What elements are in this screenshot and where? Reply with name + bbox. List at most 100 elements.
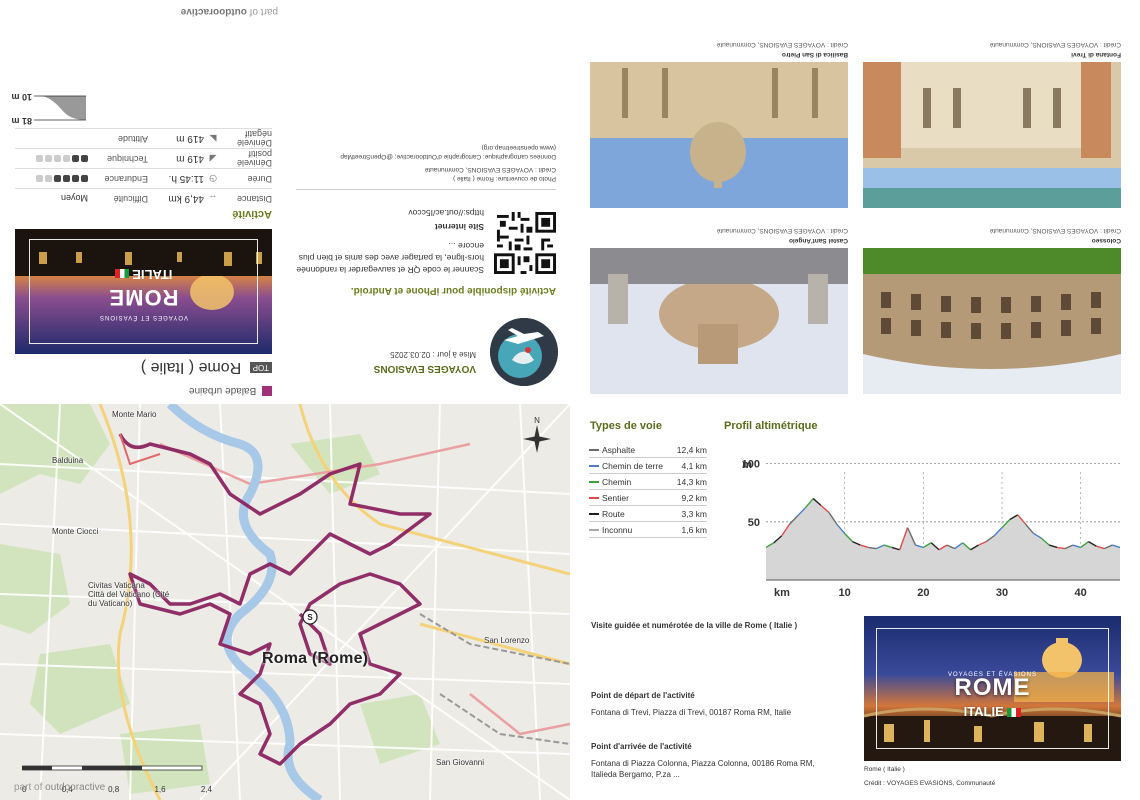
photo-san-pietro-caption: Basilica di San Pietro [781, 51, 848, 58]
profile-area [766, 498, 1120, 580]
ascent-icon: ◢ [209, 154, 217, 164]
cover-title: ROME [108, 285, 179, 310]
profile-x-tick: 10 [839, 587, 851, 599]
level-dot [63, 175, 70, 183]
site-heading: Site internet [434, 222, 484, 232]
start-marker-label: S [307, 613, 313, 622]
place-monte-ciocci: Monte Ciocci [52, 527, 99, 536]
ascent-label: Dénivelé positif [236, 149, 272, 169]
altitude-label: Altitude [117, 134, 148, 144]
scale-tick: 2,4 [200, 785, 212, 794]
photo-trevi-image [863, 62, 1121, 208]
activity-type-label: Balade urbaine [188, 385, 257, 396]
photo-trevi-caption: Fontana di Trevi [1071, 51, 1121, 58]
photo-colosseo-image [863, 248, 1121, 394]
technique-dots [15, 154, 88, 164]
level-dot [81, 175, 88, 183]
level-dot [45, 175, 52, 183]
qr-code[interactable] [494, 212, 556, 274]
surface-swatch [589, 480, 599, 483]
place-citta-del-vaticano: Città del Vaticano (Cité du Vaticano) [88, 590, 170, 608]
level-dot [54, 155, 61, 163]
surface-swatch [589, 448, 599, 451]
descent-icon: ◣ [209, 134, 217, 144]
surfaces-table: Asphalte 12,4 km Chemin de terre 4,1 km Chem… [589, 442, 707, 538]
surface-name: Inconnu [602, 524, 633, 535]
map-footer: part of outdooractive [14, 782, 105, 793]
footer-prefix: part of [249, 6, 278, 17]
site-url-link[interactable]: https://out.ac/I5ccov [408, 208, 484, 218]
endurance-dots [15, 174, 88, 184]
photo-colosseo-credit: Crédit : VOYAGES EVASIONS, Communauté [989, 227, 1121, 234]
surface-row: Chemin 14,3 km [589, 474, 707, 490]
ascent-value: 419 m [176, 153, 204, 164]
scan-instructions: Scanner le code QR et sauvegarder la ran… [296, 241, 484, 275]
duration-label: Durée [247, 174, 272, 184]
scale-tick: 1,6 [154, 785, 166, 794]
photo-colosseo: Colosseo Crédit : VOYAGES EVASIONS, Comm… [863, 216, 1121, 394]
photo-san-pietro: Basilica di San Pietro Crédit : VOYAGES … [590, 30, 848, 208]
profile-heading: Profil altimétrique [724, 420, 818, 432]
surface-name: Route [602, 508, 625, 519]
surface-row: Inconnu 1,6 km [589, 522, 707, 538]
descent-value: 419 m [176, 133, 204, 144]
credit-map-data: Données cartographique: Cartographie d'O… [340, 144, 556, 160]
surface-distance: 12,4 km [676, 444, 707, 455]
surface-name: Chemin de terre [602, 460, 663, 471]
elevation-profile-chart: 10050m10 20 30 40km [742, 459, 1121, 599]
globe-plane-icon [490, 318, 558, 386]
surface-row: Route 3,3 km [589, 506, 707, 522]
level-dot [81, 155, 88, 163]
distance-value: 44,9 km [168, 193, 204, 204]
photo-castel-santangelo-image [590, 248, 848, 394]
start-heading: Point de départ de l'activité [591, 691, 695, 700]
end-address-line1: Fontana di Piazza Colonna, Piazza Colonn… [591, 759, 815, 768]
cover-supertitle: VOYAGES ET ÉVASIONS [98, 314, 189, 320]
photo-castel-santangelo: Castel Sant'Angelo Crédit : VOYAGES EVAS… [590, 216, 848, 394]
distance-label: Distance [236, 194, 272, 204]
italy-flag-icon [114, 268, 129, 278]
activity-title-text: Rome ( Italie ) [140, 359, 242, 376]
surface-row: Asphalte 12,4 km [589, 442, 707, 458]
photo-castel-santangelo-caption: Castel Sant'Angelo [789, 237, 848, 244]
place-monte-mario: Monte Mario [112, 410, 157, 419]
activity-type: Balade urbaine [189, 385, 272, 396]
cover-subtitle: ITALIE [15, 267, 272, 282]
end-heading: Point d'arrivée de l'activité [591, 742, 692, 751]
activity-title: TOP Rome ( Italie ) [141, 358, 272, 376]
altitude-min: 10 m [11, 92, 32, 102]
descent-label: Dénivelé négatif [236, 129, 272, 149]
cover-image-subtitle: ITALIE [864, 704, 1121, 719]
surface-distance: 14,3 km [676, 476, 707, 487]
route-map-canvas[interactable]: S N [0, 404, 570, 800]
credit-photo: Crédit : VOYAGES EVASIONS, Communauté [424, 166, 556, 173]
level-dot [36, 175, 43, 183]
surface-row: Chemin de terre 4,1 km [589, 458, 707, 474]
scale-tick: 0,8 [108, 785, 120, 794]
surface-swatch [589, 496, 599, 499]
photo-san-pietro-credit: Crédit : VOYAGES EVASIONS, Communauté [716, 41, 848, 48]
surface-swatch [589, 512, 599, 515]
altitude-mini-chart: 81 m 10 m [10, 84, 90, 126]
map-city-label: Roma (Rome) [262, 650, 369, 667]
level-dot [72, 175, 79, 183]
route-map[interactable]: S N Monte Mario Balduina Monte Ciocci Ci… [0, 404, 570, 800]
place-civitas-vaticana: Civitas Vaticana [88, 581, 145, 590]
surface-name: Chemin [602, 476, 632, 487]
photo-trevi: Fontana di Trevi Crédit : VOYAGES EVASIO… [863, 30, 1121, 208]
profile-y-tick: 50 [748, 517, 760, 529]
cover-image-caption: Rome ( Italie ) [864, 766, 905, 773]
surface-name: Sentier [602, 492, 629, 503]
cover-image-title: ROME [954, 674, 1031, 701]
surface-distance: 4,1 km [681, 460, 707, 471]
profile-x-tick: 30 [996, 587, 1008, 599]
photo-san-pietro-image [590, 62, 848, 208]
level-dot [72, 155, 79, 163]
surface-distance: 3,3 km [681, 508, 707, 519]
place-san-lorenzo: San Lorenzo [484, 636, 530, 645]
top-badge: TOP [249, 361, 272, 373]
stat-row-ascent: Dénivelé positif ◢ 419 m Technique [15, 148, 272, 169]
credits-block: Photo de couverture: Rome ( Italie ) Cré… [296, 143, 556, 190]
surface-distance: 9,2 km [681, 492, 707, 503]
map-footer-prefix: part of [14, 782, 43, 793]
